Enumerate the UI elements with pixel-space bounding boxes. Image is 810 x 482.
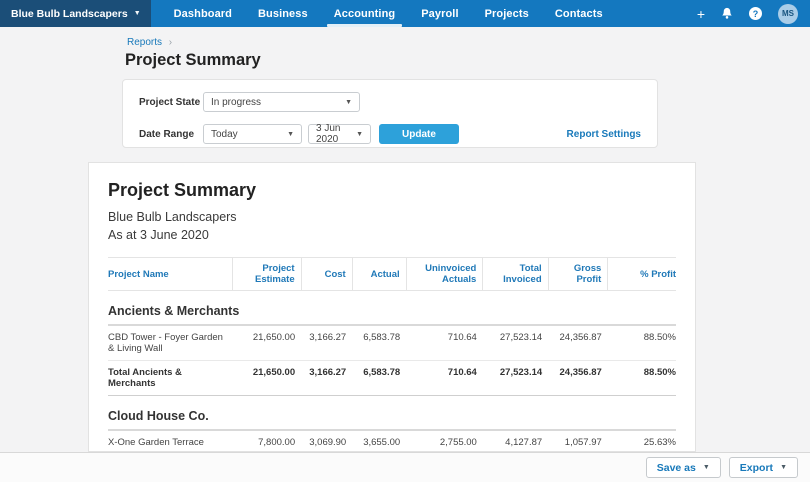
- value-cell: 21,650.00: [232, 360, 302, 397]
- report-title: Project Summary: [108, 180, 257, 200]
- page-title: Project Summary: [125, 51, 261, 69]
- org-name: Blue Bulb Landscapers: [11, 7, 128, 20]
- total-label-cell: Total Ancients & Merchants: [108, 360, 233, 397]
- value-cell: 2,755.00: [406, 430, 483, 451]
- date-range-label: Date Range: [139, 128, 195, 140]
- nav-item-business[interactable]: Business: [245, 0, 321, 27]
- date-range-value: Today: [211, 128, 238, 140]
- report-card: Project Summary Blue Bulb Landscapers As…: [88, 162, 696, 452]
- value-cell: 21,650.00: [232, 325, 302, 362]
- report-as-at-date: As at 3 June 2020: [108, 228, 209, 243]
- org-switcher[interactable]: Blue Bulb Landscapers ▼: [0, 0, 151, 27]
- project-name-cell: X-One Garden Terrace: [108, 430, 233, 451]
- value-cell: 4,127.87: [482, 430, 549, 451]
- chevron-down-icon: ▼: [356, 130, 363, 138]
- value-cell: 27,523.14: [482, 325, 549, 362]
- value-cell: 3,166.27: [301, 325, 353, 362]
- nav-item-accounting[interactable]: Accounting: [321, 0, 409, 27]
- date-range-row: Date Range Today ▼ 3 Jun 2020 ▼ Update R…: [139, 123, 641, 145]
- chevron-down-icon: ▼: [287, 130, 294, 138]
- project-summary-table: Project Name Project Estimate Cost Actua…: [108, 257, 676, 451]
- nav-menu: Dashboard Business Accounting Payroll Pr…: [161, 0, 616, 27]
- report-settings-link[interactable]: Report Settings: [567, 129, 641, 140]
- top-navigation-bar: Blue Bulb Landscapers ▼ Dashboard Busine…: [0, 0, 810, 27]
- nav-utilities: + ? MS: [697, 0, 810, 27]
- group-name: Cloud House Co.: [108, 395, 676, 432]
- value-cell: 710.64: [406, 325, 483, 362]
- table-row: CBD Tower - Foyer Garden & Living Wall 21…: [108, 325, 676, 362]
- help-icon[interactable]: ?: [749, 7, 762, 20]
- project-state-select[interactable]: In progress ▼: [203, 92, 360, 112]
- update-button[interactable]: Update: [379, 124, 459, 144]
- value-cell: 3,655.00: [352, 430, 407, 451]
- value-cell: 25.63%: [607, 430, 676, 451]
- save-as-button[interactable]: Save as ▼: [645, 457, 721, 478]
- notifications-bell-icon[interactable]: [721, 7, 733, 20]
- report-org-name: Blue Bulb Landscapers: [108, 210, 237, 224]
- date-select[interactable]: 3 Jun 2020 ▼: [308, 123, 371, 145]
- column-header-actual: Actual: [351, 257, 407, 292]
- project-state-label: Project State: [139, 96, 201, 108]
- value-cell: 1,057.97: [548, 430, 608, 451]
- chevron-down-icon: ▼: [780, 464, 787, 471]
- value-cell: 88.50%: [607, 360, 676, 397]
- chevron-down-icon: ▼: [702, 464, 710, 471]
- column-header-gross-profit: Gross Profit: [547, 257, 608, 292]
- value-cell: 27,523.14: [482, 360, 549, 397]
- nav-item-projects[interactable]: Projects: [472, 0, 542, 27]
- group-header-row: Cloud House Co.: [108, 395, 676, 432]
- nav-item-payroll[interactable]: Payroll: [408, 0, 471, 27]
- project-name-cell: CBD Tower - Foyer Garden & Living Wall: [108, 325, 233, 362]
- column-header-percent-profit: % Profit: [607, 257, 676, 292]
- project-state-value: In progress: [211, 96, 262, 108]
- date-range-select[interactable]: Today ▼: [203, 124, 302, 144]
- value-cell: 88.50%: [607, 325, 676, 362]
- add-icon[interactable]: +: [697, 7, 705, 21]
- column-header-project-estimate: Project Estimate: [232, 257, 302, 292]
- value-cell: 6,583.78: [352, 325, 407, 362]
- nav-item-contacts[interactable]: Contacts: [542, 0, 616, 27]
- group-name: Ancients & Merchants: [108, 290, 676, 327]
- export-button[interactable]: Export ▼: [728, 457, 798, 478]
- value-cell: 24,356.87: [548, 360, 608, 397]
- report-filter-panel: Project State In progress ▼ Date Range T…: [122, 79, 658, 148]
- value-cell: 3,069.90: [301, 430, 353, 451]
- group-header-row: Ancients & Merchants: [108, 290, 676, 327]
- table-header-row: Project Name Project Estimate Cost Actua…: [108, 257, 676, 292]
- breadcrumb-reports-link[interactable]: Reports: [127, 37, 162, 48]
- chevron-down-icon: ▼: [133, 10, 141, 17]
- column-header-uninvoiced-actuals: Uninvoiced Actuals: [405, 257, 483, 292]
- date-value: 3 Jun 2020: [316, 123, 341, 145]
- column-header-total-invoiced: Total Invoiced: [482, 257, 549, 292]
- nav-item-dashboard[interactable]: Dashboard: [161, 0, 245, 27]
- chevron-down-icon: ▼: [345, 98, 352, 106]
- report-table-body: Ancients & Merchants CBD Tower - Foyer Ga…: [108, 290, 676, 451]
- value-cell: 710.64: [406, 360, 483, 397]
- breadcrumb-separator: ›: [168, 37, 173, 48]
- group-total-row: Total Ancients & Merchants 21,650.00 3,166…: [108, 360, 676, 397]
- value-cell: 24,356.87: [548, 325, 608, 362]
- value-cell: 6,583.78: [352, 360, 407, 397]
- value-cell: 3,166.27: [301, 360, 353, 397]
- column-header-cost: Cost: [300, 257, 353, 292]
- project-state-row: Project State In progress ▼: [139, 92, 641, 112]
- value-cell: 7,800.00: [232, 430, 302, 451]
- breadcrumb: Reports ›: [127, 37, 172, 48]
- column-header-project-name: Project Name: [108, 257, 233, 292]
- footer-action-bar: Save as ▼ Export ▼: [0, 452, 810, 482]
- user-avatar[interactable]: MS: [778, 3, 798, 24]
- table-row: X-One Garden Terrace 7,800.00 3,069.90 3,65…: [108, 430, 676, 451]
